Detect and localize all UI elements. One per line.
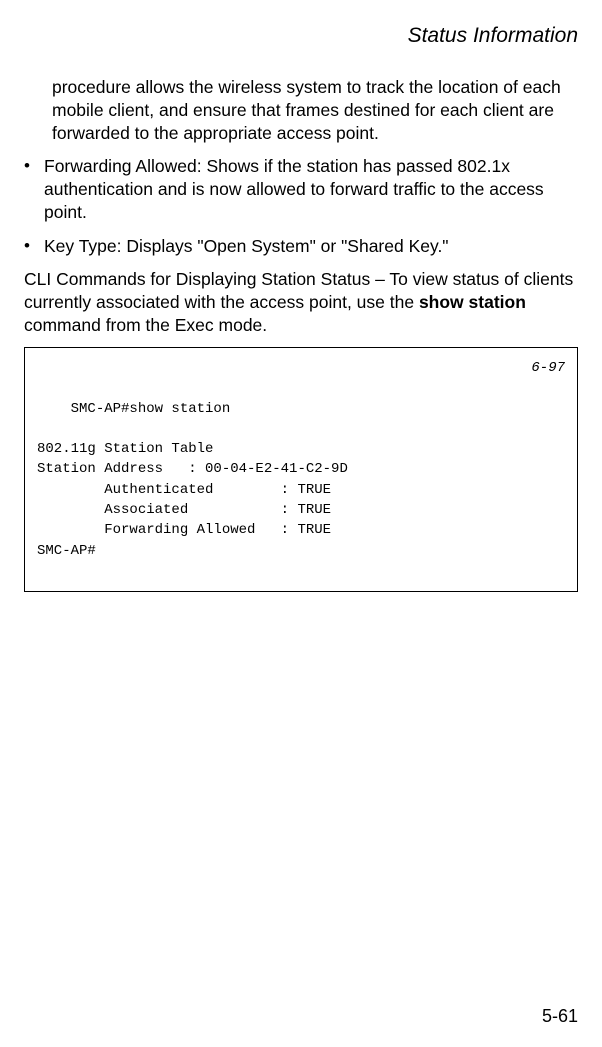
bullet-item: • Key Type: Displays "Open System" or "S… <box>24 235 578 258</box>
intro-paragraph: procedure allows the wireless system to … <box>52 76 578 145</box>
page-number: 5-61 <box>542 1006 578 1027</box>
document-page: Status Information procedure allows the … <box>0 0 602 1047</box>
bullet-text: Forwarding Allowed: Shows if the station… <box>44 155 578 224</box>
bullet-marker-icon: • <box>24 155 44 177</box>
cli-output-text: SMC-AP#show station 802.11g Station Tabl… <box>37 401 348 559</box>
bullet-text: Key Type: Displays "Open System" or "Sha… <box>44 235 578 258</box>
cli-output-box: 6-97 SMC-AP#show station 802.11g Station… <box>24 347 578 592</box>
bullet-item: • Forwarding Allowed: Shows if the stati… <box>24 155 578 224</box>
code-reference-number: 6-97 <box>531 358 565 378</box>
bullet-marker-icon: • <box>24 235 44 257</box>
page-header-title: Status Information <box>24 24 578 48</box>
cli-paragraph-post: command from the Exec mode. <box>24 315 267 335</box>
cli-command-name: show station <box>419 292 526 312</box>
cli-paragraph: CLI Commands for Displaying Station Stat… <box>24 268 578 337</box>
